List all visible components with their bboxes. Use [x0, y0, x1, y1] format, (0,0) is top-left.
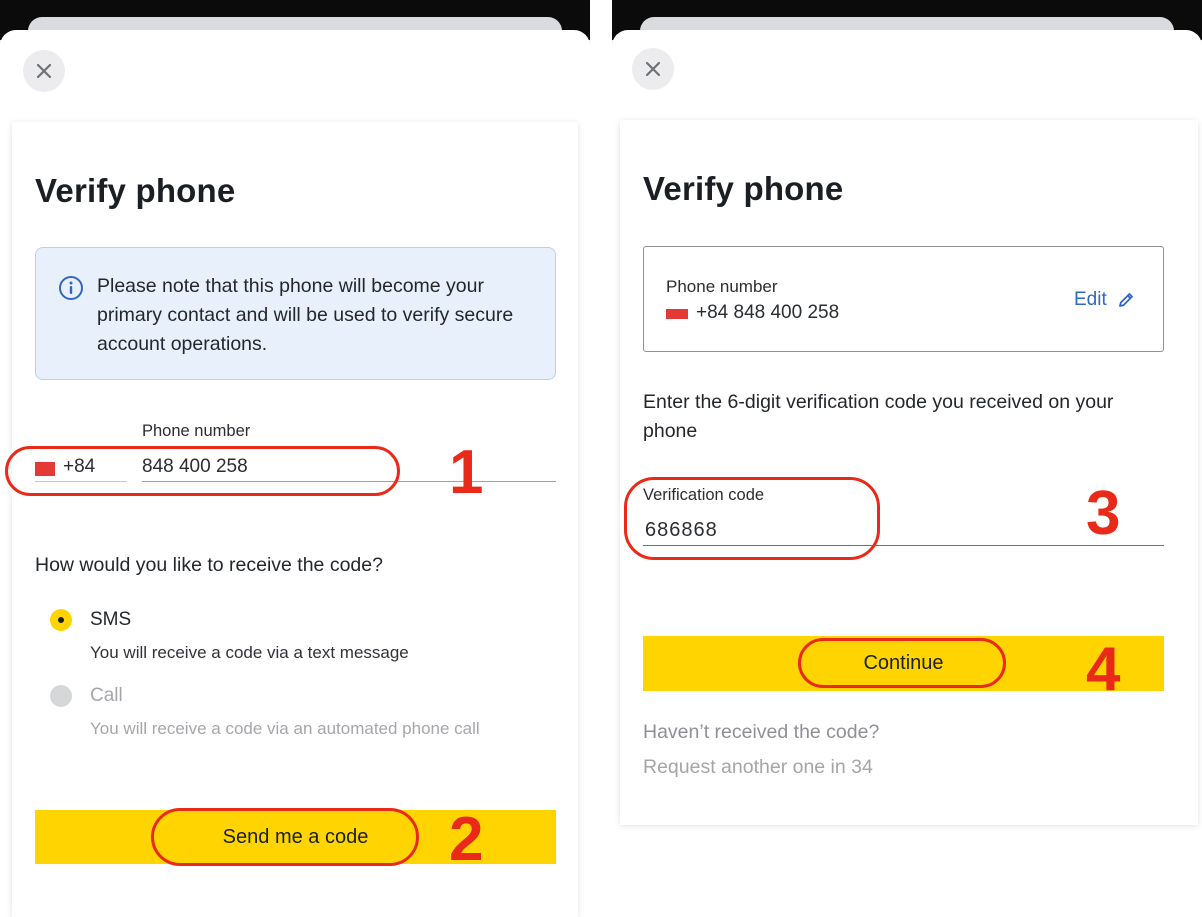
info-icon	[59, 276, 83, 300]
step-number-2: 2	[449, 805, 484, 874]
sms-label[interactable]: SMS	[90, 609, 131, 631]
resend-countdown[interactable]: Request another one in 34	[643, 756, 873, 779]
call-description: You will receive a code via an automated…	[90, 719, 480, 738]
continue-label: Continue	[863, 652, 944, 674]
verification-instruction: Enter the 6-digit verification code you …	[643, 391, 1114, 442]
phone-number-value: +84 848 400 258	[696, 303, 840, 323]
notice-box: Please note that this phone will become …	[35, 247, 556, 380]
close-button[interactable]	[632, 48, 674, 90]
sms-radio[interactable]	[50, 609, 72, 631]
page-title: Verify phone	[35, 172, 236, 209]
close-button[interactable]	[23, 50, 65, 92]
flag-icon	[666, 309, 688, 319]
phone-number-box: Phone number +84 848 400 258 Edit	[643, 246, 1164, 352]
verify-card: Verify phone Please note that this phone…	[12, 122, 578, 917]
call-label[interactable]: Call	[90, 685, 123, 707]
phone-number-label: Phone number	[666, 277, 778, 296]
page-title: Verify phone	[643, 170, 844, 207]
sms-description: You will receive a code via a text messa…	[90, 643, 409, 662]
close-icon	[645, 61, 661, 77]
send-code-label: Send me a code	[222, 825, 369, 848]
country-code-text: +84	[63, 456, 96, 477]
step-number-4: 4	[1086, 635, 1121, 704]
edit-pencil-icon	[1118, 293, 1133, 307]
verify-phone-screen-left: Verify phone Please note that this phone…	[0, 0, 590, 917]
verify-phone-screen-right: Verify phone Phone number +84 848 400 25…	[612, 0, 1202, 917]
step-number-3: 3	[1086, 479, 1121, 548]
verification-code-label: Verification code	[643, 486, 765, 504]
phone-number-value: 848 400 258	[142, 456, 248, 477]
phone-input-underline	[142, 481, 556, 482]
step-number-1: 1	[449, 438, 484, 507]
verification-code-value: 686868	[645, 519, 718, 541]
phone-number-input[interactable]: 848 400 258	[142, 450, 556, 482]
receive-code-question: How would you like to receive the code?	[35, 554, 383, 576]
notice-text: Please note that this phone will become …	[97, 275, 514, 355]
phone-number-label: Phone number	[142, 422, 251, 440]
call-radio[interactable]	[50, 685, 72, 707]
country-code-underline	[35, 481, 127, 482]
close-icon	[36, 63, 52, 79]
edit-phone-button[interactable]: Edit	[1074, 289, 1135, 311]
edit-label: Edit	[1074, 289, 1107, 310]
code-not-received-text: Haven’t received the code?	[643, 721, 880, 743]
phone-number-display: +84 848 400 258	[666, 303, 966, 325]
verify-card: Verify phone Phone number +84 848 400 25…	[620, 120, 1198, 825]
country-code-selector[interactable]: +84	[35, 452, 127, 482]
flag-icon	[35, 462, 55, 476]
